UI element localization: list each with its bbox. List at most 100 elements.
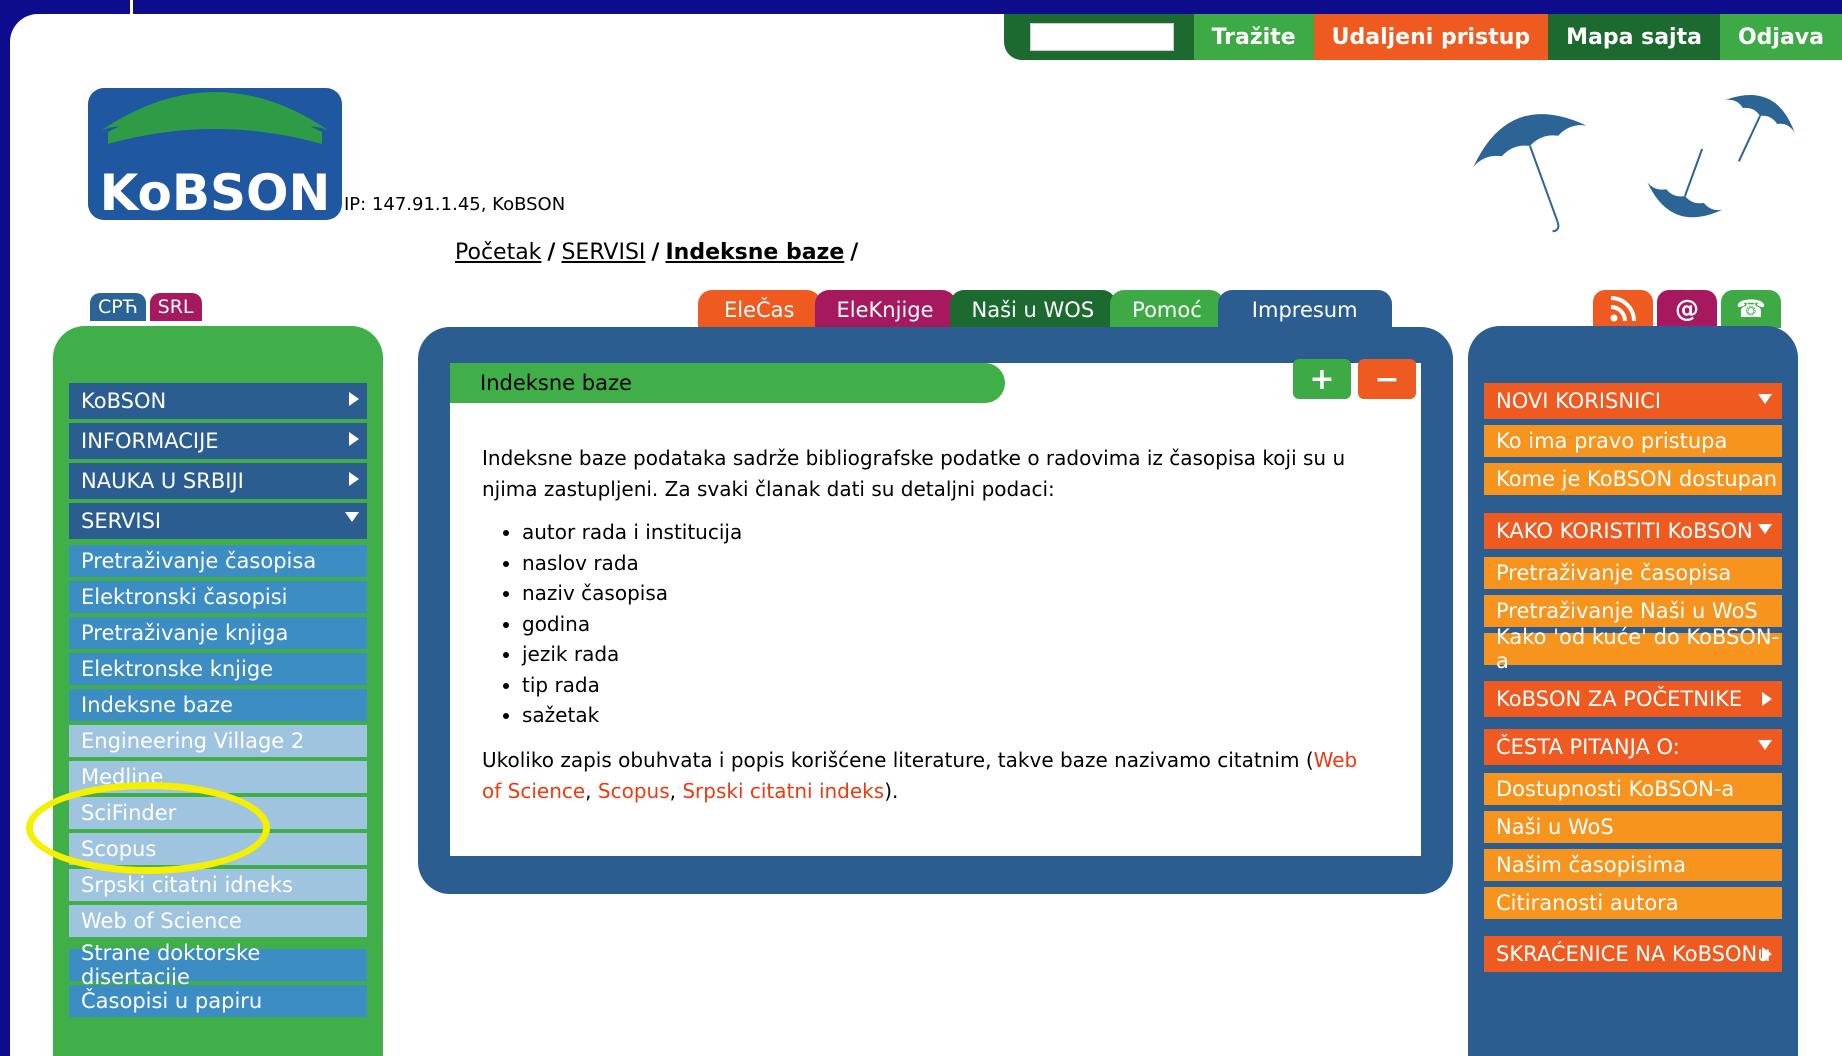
content-box: Indeksne baze + − Indeksne baze podataka… (450, 359, 1421, 856)
breadcrumb-sep: / (651, 240, 660, 265)
outro-comma: , (585, 778, 598, 803)
submenu-item[interactable]: Kome je KoBSON dostupan (1484, 463, 1782, 495)
list-item: sažetak (522, 700, 1382, 731)
menu-label: ČESTA PITANJA O: (1496, 735, 1680, 759)
ip-info: IP: 147.91.1.45, KoBSON (344, 194, 566, 215)
list-item: jezik rada (522, 639, 1382, 670)
content-text: Indeksne baze podataka sadrže bibliograf… (482, 443, 1382, 807)
list-item: tip rada (522, 670, 1382, 701)
submenu-item[interactable]: Našim časopisima (1484, 849, 1782, 881)
breadcrumb: Početak / SERVISI / Indeksne baze / (455, 240, 864, 265)
submenu-item[interactable]: Kako 'od kuće' do KoBSON-a (1484, 625, 1782, 673)
submenu-item[interactable]: Elektronski časopisi (69, 581, 367, 613)
menu-label: SERVISI (81, 509, 162, 533)
breadcrumb-current[interactable]: Indeksne baze (665, 240, 844, 265)
submenu-item[interactable]: Časopisi u papiru (69, 985, 367, 1017)
menu-label: NOVI KORISNICI (1496, 389, 1662, 413)
outro-comma: , (669, 778, 683, 803)
details-list: autor rada i institucija naslov rada naz… (482, 517, 1382, 731)
arrow-down-icon (345, 512, 359, 522)
tab-nasi-u-wos[interactable]: Naši u WOS (949, 290, 1117, 330)
sitemap-link[interactable]: Mapa sajta (1548, 14, 1720, 60)
main-panel: Indeksne baze + − Indeksne baze podataka… (418, 327, 1453, 894)
submenu-item-active[interactable]: Indeksne baze (69, 689, 367, 721)
arrow-right-icon (349, 392, 359, 406)
list-item: autor rada i institucija (522, 517, 1382, 548)
menu-skracenice[interactable]: SKRAĆENICE NA KoBSONu (1484, 936, 1782, 972)
page-frame: Tražite Udaljeni pristup Mapa sajta Odja… (10, 14, 1842, 1056)
kobson-logo[interactable]: KoBSON (88, 74, 342, 222)
logo-text: KoBSON (100, 164, 331, 222)
arrow-down-icon (1758, 524, 1772, 534)
list-item: naslov rada (522, 548, 1382, 579)
rss-icon[interactable] (1593, 290, 1653, 328)
contact-icons: @ ☎ (1593, 290, 1781, 328)
submenu-item[interactable]: Engineering Village 2 (69, 725, 367, 757)
search-button[interactable]: Tražite (1193, 14, 1314, 60)
logout-link[interactable]: Odjava (1719, 14, 1842, 60)
menu-label: KAKO KORISTITI KoBSON (1496, 519, 1753, 543)
tab-pomoc[interactable]: Pomoć (1110, 290, 1224, 330)
submenu-item[interactable]: Elektronske knjige (69, 653, 367, 685)
search-box (1003, 14, 1194, 60)
menu-cesta-pitanja[interactable]: ČESTA PITANJA O: (1484, 729, 1782, 765)
submenu-item[interactable]: Dostupnosti KoBSON-a (1484, 773, 1782, 805)
top-edge (0, 0, 150, 14)
submenu-item[interactable]: SciFinder (69, 797, 367, 829)
lang-latin[interactable]: SRL (149, 293, 202, 321)
search-input[interactable] (1029, 23, 1174, 51)
tab-impresum[interactable]: Impresum (1217, 290, 1392, 330)
list-item: godina (522, 609, 1382, 640)
arrow-right-icon (349, 472, 359, 486)
submenu-item[interactable]: Web of Science (69, 905, 367, 937)
link-srpski-citatni[interactable]: Srpski citatni indeks (682, 779, 884, 803)
submenu-item-medline[interactable]: Medline (69, 761, 367, 793)
right-sidebar: NOVI KORISNICI Ko ima pravo pristupa Kom… (1468, 326, 1798, 1056)
arrow-down-icon (1758, 394, 1772, 404)
outro-paragraph: Ukoliko zapis obuhvata i popis korišćene… (482, 745, 1382, 807)
submenu-item[interactable]: Ko ima pravo pristupa (1484, 425, 1782, 457)
tab-eleknjige[interactable]: EleKnjige (814, 290, 956, 330)
menu-nauka[interactable]: NAUKA U SRBIJI (69, 463, 367, 499)
menu-za-pocetnike[interactable]: KoBSON ZA POČETNIKE (1484, 681, 1782, 717)
submenu-item[interactable]: Citiranosti autora (1484, 887, 1782, 919)
outro-text: Ukoliko zapis obuhvata i popis korišćene… (482, 747, 1314, 772)
submenu-item[interactable]: Srpski citatni idneks (69, 869, 367, 901)
remote-access-link[interactable]: Udaljeni pristup (1313, 14, 1549, 60)
breadcrumb-sep: / (547, 240, 556, 265)
language-switcher: СРЋ SRL (90, 293, 202, 321)
content-title: Indeksne baze (450, 363, 1005, 403)
menu-kobson[interactable]: KoBSON (69, 383, 367, 419)
intro-paragraph: Indeksne baze podataka sadrže bibliograf… (482, 446, 1346, 501)
submenu-item[interactable]: Pretraživanje časopisa (1484, 557, 1782, 589)
submenu-item[interactable]: Scopus (69, 833, 367, 865)
tab-elecas[interactable]: EleČas (698, 290, 821, 330)
link-scopus[interactable]: Scopus (598, 779, 670, 803)
submenu-item[interactable]: Pretraživanje knjiga (69, 617, 367, 649)
email-icon[interactable]: @ (1657, 290, 1717, 328)
menu-label: INFORMACIJE (81, 429, 219, 453)
submenu-item[interactable]: Pretraživanje Naši u WoS (1484, 595, 1782, 627)
top-nav: Tražite Udaljeni pristup Mapa sajta Odja… (1003, 14, 1842, 60)
left-sidebar: KoBSON INFORMACIJE NAUKA U SRBIJI SERVIS… (53, 326, 383, 1056)
menu-novi-korisnici[interactable]: NOVI KORISNICI (1484, 383, 1782, 419)
breadcrumb-services[interactable]: SERVISI (561, 240, 645, 265)
breadcrumb-sep: / (850, 240, 859, 265)
menu-informacije[interactable]: INFORMACIJE (69, 423, 367, 459)
collapse-button[interactable]: − (1358, 359, 1416, 399)
menu-servisi[interactable]: SERVISI (69, 503, 367, 539)
submenu-item[interactable]: Pretraživanje časopisa (69, 545, 367, 577)
phone-icon[interactable]: ☎ (1721, 290, 1781, 328)
content-tabs: EleČas EleKnjige Naši u WOS Pomoć Impres… (698, 290, 1392, 330)
arrow-right-icon (1762, 947, 1772, 961)
submenu-item[interactable]: Strane doktorske disertacije (69, 941, 367, 989)
submenu-item[interactable]: Naši u WoS (1484, 811, 1782, 843)
menu-label: KoBSON (81, 389, 167, 413)
umbrellas-illustration (1473, 95, 1795, 233)
breadcrumb-home[interactable]: Početak (455, 240, 541, 265)
lang-cyrillic[interactable]: СРЋ (90, 293, 146, 321)
menu-label: KoBSON ZA POČETNIKE (1496, 687, 1743, 711)
arrow-right-icon (349, 432, 359, 446)
expand-button[interactable]: + (1293, 359, 1351, 399)
menu-kako-koristiti[interactable]: KAKO KORISTITI KoBSON (1484, 513, 1782, 549)
